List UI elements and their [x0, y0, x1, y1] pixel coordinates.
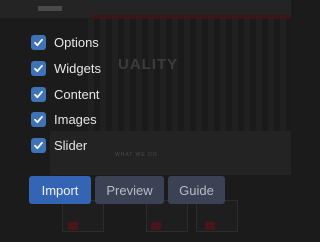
option-label: Widgets [54, 60, 101, 76]
option-label: Options [54, 34, 99, 50]
option-content[interactable]: Content [31, 85, 100, 103]
preview-hero [88, 19, 291, 131]
checkbox-checked-icon[interactable] [31, 111, 46, 127]
guide-button[interactable]: Guide [168, 176, 225, 204]
option-label: Slider [54, 137, 88, 153]
checkbox-checked-icon[interactable] [31, 137, 46, 153]
preview-button[interactable]: Preview [95, 176, 164, 204]
preview-section-text: WHAT WE DO [115, 152, 158, 158]
preview-red-marker [151, 222, 161, 230]
checkbox-checked-icon[interactable] [31, 34, 46, 50]
preview-red-marker [68, 222, 78, 230]
checkbox-checked-icon[interactable] [31, 60, 46, 76]
option-slider[interactable]: Slider [31, 136, 87, 154]
option-label: Images [54, 111, 97, 127]
option-options[interactable]: Options [31, 33, 99, 51]
preview-red-marker [205, 222, 215, 230]
preview-hero-text: UALITY [118, 56, 179, 73]
preview-logo [38, 6, 62, 11]
preview-card [196, 200, 238, 232]
import-button[interactable]: Import [29, 176, 91, 204]
option-widgets[interactable]: Widgets [31, 59, 101, 77]
option-images[interactable]: Images [31, 110, 97, 128]
option-label: Content [54, 86, 100, 102]
checkbox-checked-icon[interactable] [31, 86, 46, 102]
